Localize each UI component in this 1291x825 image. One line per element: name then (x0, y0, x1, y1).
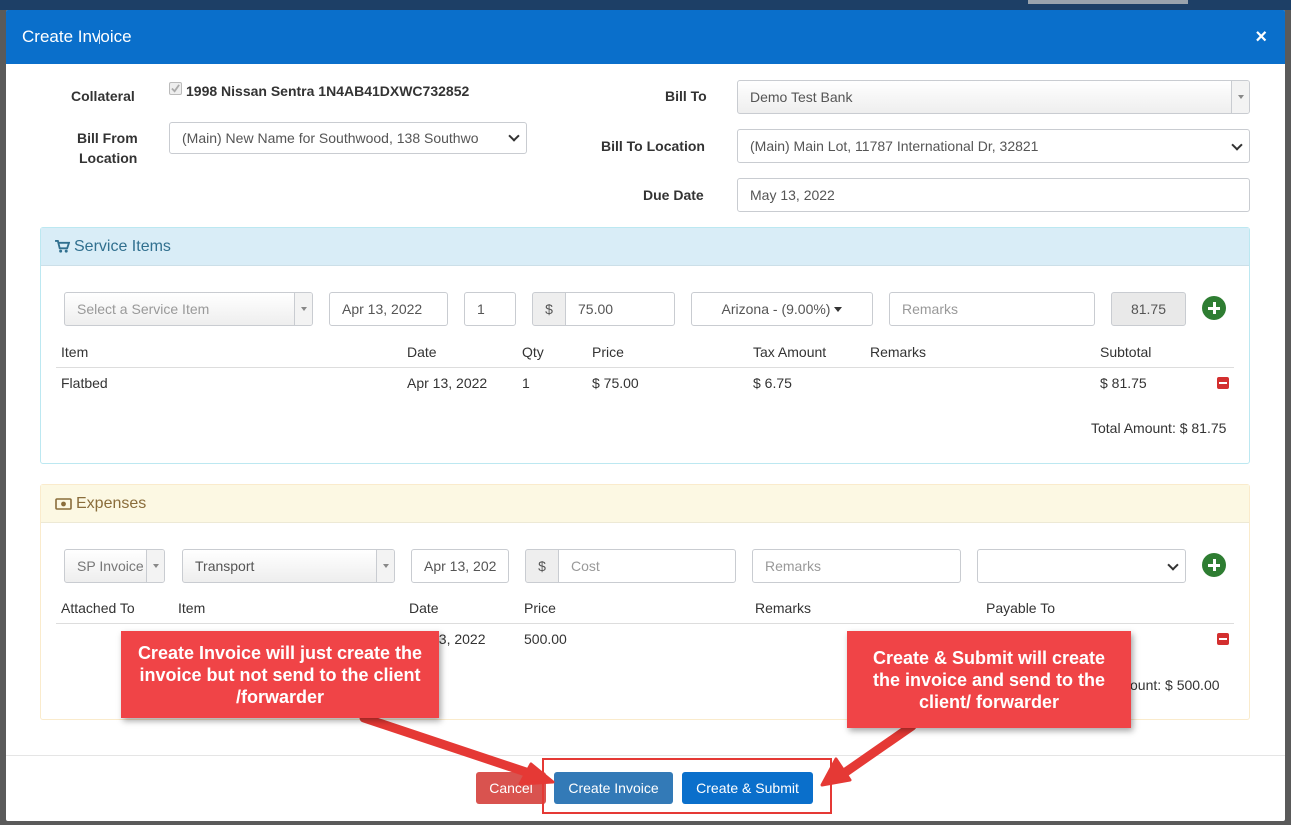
col-header-date: Date (409, 600, 439, 616)
col-header-remarks: Remarks (870, 344, 927, 360)
service-qty-input[interactable]: 1 (464, 292, 516, 326)
due-date-label: Due Date (643, 187, 704, 203)
chevron-down-icon (1231, 139, 1243, 151)
col-header-date: Date (407, 344, 437, 360)
cost-currency-addon: $ (525, 549, 559, 583)
service-subtotal-value: 81.75 (1130, 301, 1167, 317)
service-item-select[interactable]: Select a Service Item (64, 292, 313, 326)
cancel-button[interactable]: Cancel (476, 772, 546, 804)
service-items-header: Service Items (41, 228, 1249, 266)
expenses-title: Expenses (76, 494, 147, 512)
modal-footer-divider (6, 755, 1285, 756)
expense-cost-input[interactable]: Cost (558, 549, 736, 583)
service-items-panel: Service Items (40, 227, 1250, 464)
service-remarks-placeholder: Remarks (902, 301, 959, 317)
cart-icon (55, 240, 70, 253)
expense-date-value: Apr 13, 202 (424, 558, 497, 574)
expense-cost-placeholder: Cost (571, 558, 600, 574)
attached-to-value: SP Invoice (77, 558, 144, 574)
row-price: $ 75.00 (592, 375, 639, 391)
caret-down-icon (834, 306, 843, 312)
remove-expense-button[interactable] (1217, 633, 1229, 645)
row-tax: $ 6.75 (753, 375, 792, 391)
table-divider (56, 623, 1234, 624)
money-icon (55, 497, 72, 510)
expense-item-select[interactable]: Transport (182, 549, 395, 583)
bill-from-label-line2: Location (79, 150, 138, 166)
text-cursor-icon (99, 30, 100, 44)
price-currency-addon: $ (532, 292, 566, 326)
dropdown-caret-icon (294, 293, 312, 325)
col-header-attached-to: Attached To (61, 600, 135, 616)
expense-remarks-input[interactable]: Remarks (752, 549, 961, 583)
expenses-header: Expenses (41, 485, 1249, 523)
bill-from-location-value: (Main) New Name for Southwood, 138 South… (182, 130, 479, 146)
col-header-price: Price (524, 600, 556, 616)
annotation-create-invoice: Create Invoice will just create the invo… (121, 631, 439, 718)
service-subtotal-readonly: 81.75 (1111, 292, 1186, 326)
col-header-item: Item (61, 344, 89, 360)
dropdown-caret-icon (146, 550, 164, 582)
expense-row-price: 500.00 (524, 631, 567, 647)
bill-to-value: Demo Test Bank (750, 89, 853, 105)
service-date-value: Apr 13, 2022 (342, 301, 423, 317)
dropdown-caret-icon (376, 550, 394, 582)
bill-to-location-select[interactable]: (Main) Main Lot, 11787 International Dr,… (737, 129, 1250, 163)
row-item: Flatbed (61, 375, 108, 391)
col-header-payable-to: Payable To (986, 600, 1056, 616)
background-tab (1028, 0, 1188, 4)
bill-to-label: Bill To (665, 88, 707, 104)
bill-from-label: Bill From (77, 130, 138, 146)
expense-date-input[interactable]: Apr 13, 202 (411, 549, 509, 583)
annotation-create-submit: Create & Submit will create the invoice … (847, 631, 1131, 728)
bill-from-location-select[interactable]: (Main) New Name for Southwood, 138 South… (169, 122, 527, 154)
bill-to-location-value: (Main) Main Lot, 11787 International Dr,… (750, 138, 1039, 154)
due-date-value: May 13, 2022 (750, 187, 835, 203)
check-icon (171, 84, 180, 93)
col-header-price: Price (592, 344, 624, 360)
expense-total-amount: ount: $ 500.00 (1130, 677, 1220, 693)
col-header-qty: Qty (522, 344, 544, 360)
row-qty: 1 (522, 375, 530, 391)
collateral-label: Collateral (71, 88, 135, 104)
due-date-input[interactable]: May 13, 2022 (737, 178, 1250, 212)
collateral-checkbox[interactable] (169, 82, 182, 95)
dropdown-caret-icon (1231, 81, 1249, 113)
table-divider (56, 367, 1234, 368)
tax-dropdown-button[interactable]: Arizona - (9.00%) (691, 292, 873, 326)
service-price-input[interactable]: 75.00 (565, 292, 675, 326)
add-expense-button[interactable] (1202, 553, 1226, 577)
bill-to-select[interactable]: Demo Test Bank (737, 80, 1250, 114)
payable-to-select[interactable] (977, 549, 1186, 583)
service-total-amount: Total Amount: $ 81.75 (1091, 420, 1227, 436)
attached-to-select[interactable]: SP Invoice (64, 549, 165, 583)
service-price-value: 75.00 (578, 301, 614, 317)
col-header-tax-amount: Tax Amount (753, 344, 827, 360)
modal-title: Create Invoice (22, 27, 132, 46)
row-subtotal: $ 81.75 (1100, 375, 1147, 391)
tax-value: Arizona - (9.00%) (721, 301, 831, 317)
col-header-subtotal: Subtotal (1100, 344, 1152, 360)
bill-to-location-label: Bill To Location (601, 138, 705, 154)
expense-row-date: 13, 2022 (431, 631, 486, 647)
add-service-item-button[interactable] (1202, 296, 1226, 320)
modal-header: Create Invoice × (6, 10, 1285, 64)
background-app-strip (0, 0, 1291, 10)
service-items-title: Service Items (74, 237, 171, 255)
col-header-item: Item (178, 600, 206, 616)
col-header-remarks: Remarks (755, 600, 812, 616)
row-date: Apr 13, 2022 (407, 375, 488, 391)
chevron-down-icon (508, 130, 520, 142)
service-date-input[interactable]: Apr 13, 2022 (329, 292, 448, 326)
close-icon[interactable]: × (1255, 26, 1267, 49)
service-item-placeholder: Select a Service Item (77, 301, 210, 317)
expense-item-value: Transport (195, 558, 255, 574)
service-remarks-input[interactable]: Remarks (889, 292, 1095, 326)
service-qty-value: 1 (477, 301, 485, 317)
remove-service-item-button[interactable] (1217, 377, 1229, 389)
expense-remarks-placeholder: Remarks (765, 558, 822, 574)
collateral-value: 1998 Nissan Sentra 1N4AB41DXWC732852 (186, 83, 470, 99)
highlight-box (542, 758, 832, 814)
chevron-down-icon (1167, 559, 1179, 571)
